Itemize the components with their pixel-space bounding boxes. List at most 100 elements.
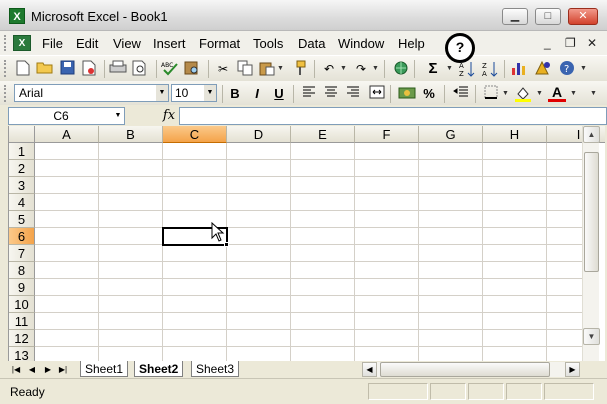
borders-icon[interactable] [482,85,500,103]
menu-format[interactable]: Format [199,36,240,51]
paste-dropdown-icon[interactable]: ▼ [277,60,284,78]
column-header-h[interactable]: H [483,126,547,143]
percent-button[interactable]: % [420,85,438,103]
fill-color-icon[interactable] [514,85,532,103]
chevron-down-icon[interactable]: ▼ [156,85,168,101]
column-header-a[interactable]: A [35,126,99,143]
minimize-button[interactable]: ▁ [502,8,528,25]
font-color-icon[interactable]: A [548,85,566,102]
row-header-6[interactable]: 6 [9,228,35,245]
vertical-scrollbar[interactable]: ▲ ▼ [582,126,600,361]
select-all-button[interactable] [9,126,35,143]
row-header-8[interactable]: 8 [9,262,35,279]
sheet-tab-sheet3[interactable]: Sheet3 [191,361,240,377]
menu-help[interactable]: Help [398,36,425,51]
decrease-indent-icon[interactable] [452,85,470,103]
column-header-b[interactable]: B [99,126,163,143]
scroll-left-icon[interactable]: ◀ [362,362,377,377]
row-header-3[interactable]: 3 [9,177,35,194]
formula-input[interactable] [179,107,607,125]
row-header-4[interactable]: 4 [9,194,35,211]
merge-center-icon[interactable] [368,85,386,103]
align-right-icon[interactable] [344,85,362,103]
currency-icon[interactable] [398,85,416,103]
spelling-icon[interactable]: ABC [161,60,179,78]
underline-button[interactable]: U [270,85,288,103]
column-header-e[interactable]: E [291,126,355,143]
name-box[interactable]: C6 ▼ [8,107,125,125]
scroll-down-icon[interactable]: ▼ [583,328,600,345]
row-header-10[interactable]: 10 [9,296,35,313]
cells-area[interactable] [35,143,584,361]
save-icon[interactable] [58,60,76,78]
help-question-icon[interactable]: ? [445,33,475,63]
column-header-c[interactable]: C [163,126,227,143]
chevron-down-icon[interactable]: ▼ [204,85,216,101]
copy-icon[interactable] [236,60,254,78]
font-size-combo[interactable]: 10 ▼ [171,84,217,102]
workbook-close-button[interactable]: ✕ [587,36,597,50]
italic-button[interactable]: I [248,85,266,103]
scroll-up-icon[interactable]: ▲ [583,126,600,143]
print-icon[interactable] [109,60,127,78]
chart-wizard-icon[interactable] [510,60,528,78]
sheet-tab-sheet2[interactable]: Sheet2 [134,361,184,377]
close-button[interactable]: ✕ [568,8,598,25]
redo-icon[interactable]: ↷ [352,60,370,78]
fill-handle[interactable] [224,242,229,247]
sheet-tab-sheet1[interactable]: Sheet1 [80,361,129,377]
menu-grip-handle[interactable] [4,35,7,51]
row-header-13[interactable]: 13 [9,347,35,361]
excel-icon[interactable]: X [9,8,25,24]
align-center-icon[interactable] [322,85,340,103]
menu-tools[interactable]: Tools [253,36,283,51]
fill-color-dropdown-icon[interactable]: ▼ [536,85,543,103]
workbook-restore-button[interactable]: ❐ [565,36,576,50]
workbook-minimize-button[interactable]: _ [544,36,551,50]
cut-icon[interactable]: ✂ [214,60,232,78]
bold-button[interactable]: B [226,85,244,103]
toolbar-grip[interactable] [4,60,7,77]
autosum-icon[interactable]: Σ [424,60,442,78]
row-header-1[interactable]: 1 [9,143,35,160]
menu-view[interactable]: View [113,36,141,51]
drawing-icon[interactable] [534,60,552,78]
insert-function-button[interactable]: fx [160,108,178,124]
toolbar-options-icon[interactable]: ▼ [580,60,587,78]
menu-data[interactable]: Data [298,36,325,51]
menu-file[interactable]: File [42,36,63,51]
menu-window[interactable]: Window [338,36,384,51]
sort-descending-icon[interactable]: ZA [481,60,499,78]
prev-sheet-icon[interactable]: ◀ [26,363,38,376]
menu-edit[interactable]: Edit [76,36,98,51]
font-color-dropdown-icon[interactable]: ▼ [570,85,577,103]
row-header-7[interactable]: 7 [9,245,35,262]
chevron-down-icon[interactable]: ▼ [112,108,124,124]
row-header-5[interactable]: 5 [9,211,35,228]
row-header-2[interactable]: 2 [9,160,35,177]
next-sheet-icon[interactable]: ▶ [42,363,54,376]
research-icon[interactable] [183,60,201,78]
hyperlink-icon[interactable] [392,60,410,78]
horizontal-scroll-thumb[interactable] [380,362,550,377]
toolbar-grip[interactable] [4,85,7,102]
workbook-icon[interactable]: X [13,35,31,51]
align-left-icon[interactable] [300,85,318,103]
row-header-11[interactable]: 11 [9,313,35,330]
permission-icon[interactable] [80,60,98,78]
redo-dropdown-icon[interactable]: ▼ [372,60,379,78]
font-name-combo[interactable]: Arial ▼ [14,84,169,102]
toolbar-options-icon[interactable]: ▼ [590,85,597,103]
first-sheet-icon[interactable]: |◀ [10,363,22,376]
column-header-d[interactable]: D [227,126,291,143]
column-header-g[interactable]: G [419,126,483,143]
new-icon[interactable] [14,60,32,78]
print-preview-icon[interactable] [131,60,149,78]
paste-icon[interactable] [258,60,276,78]
undo-dropdown-icon[interactable]: ▼ [340,60,347,78]
format-painter-icon[interactable] [290,60,308,78]
row-header-9[interactable]: 9 [9,279,35,296]
vertical-scroll-thumb[interactable] [584,152,599,272]
help-icon[interactable]: ? [558,60,576,78]
undo-icon[interactable]: ↶ [320,60,338,78]
